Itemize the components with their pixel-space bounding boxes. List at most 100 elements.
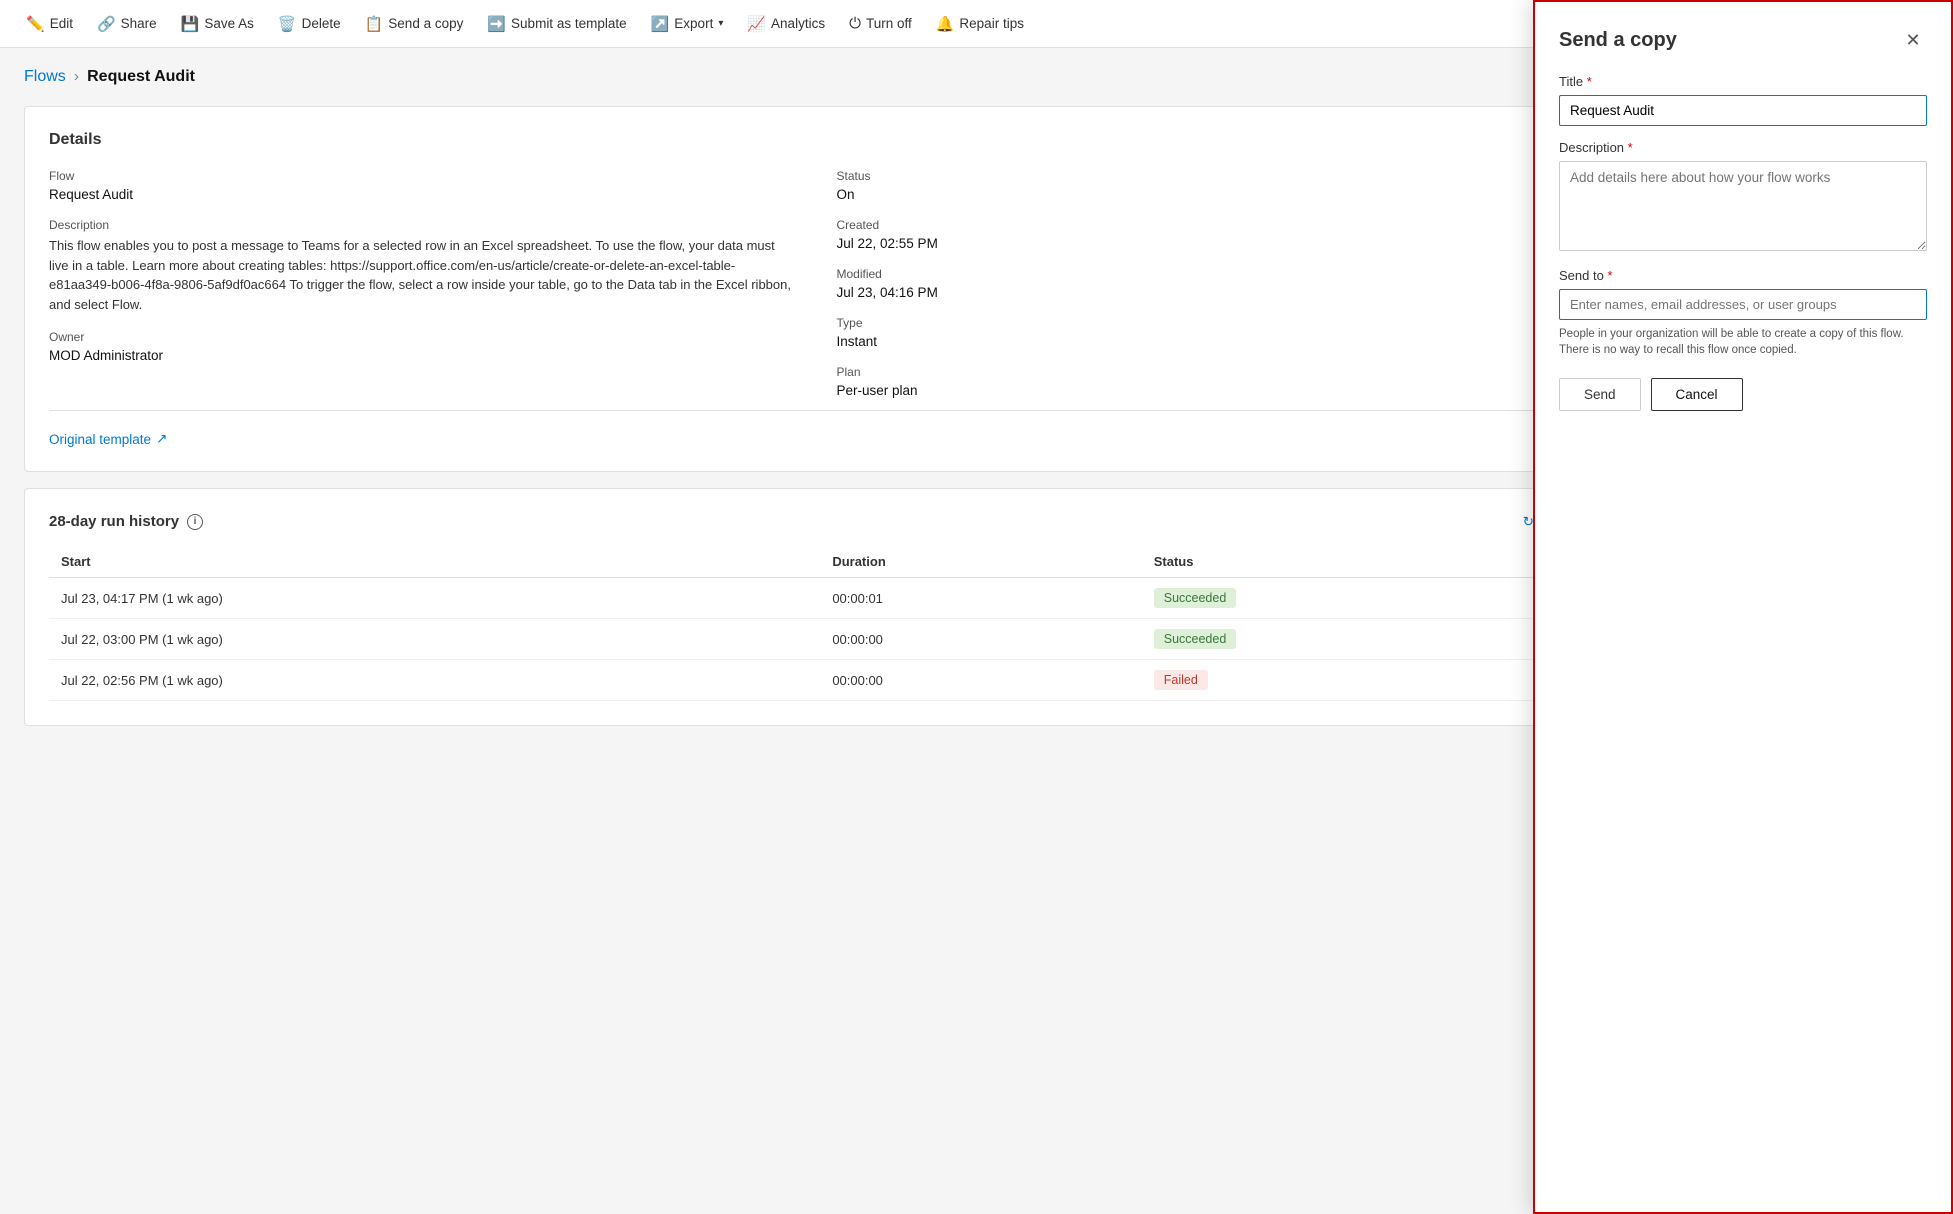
run-duration-1: 00:00:00: [820, 619, 1141, 660]
detail-description: Description This flow enables you to pos…: [49, 218, 797, 314]
turn-off-icon: ⏻: [849, 15, 861, 32]
breadcrumb-parent[interactable]: Flows: [24, 68, 66, 86]
run-history-title-area: 28-day run history i: [49, 513, 203, 530]
run-history-title: 28-day run history: [49, 513, 179, 530]
panel-title: Send a copy: [1559, 29, 1677, 52]
title-input[interactable]: [1559, 95, 1927, 126]
toolbar-share[interactable]: 🔗 Share: [87, 9, 167, 39]
status-value: On: [837, 187, 1585, 202]
run-duration-0: 00:00:01: [820, 578, 1141, 619]
toolbar-repair-tips[interactable]: 🔔 Repair tips: [926, 9, 1034, 39]
detail-plan: Plan Per-user plan: [837, 365, 1585, 398]
table-row: Jul 23, 04:17 PM (1 wk ago) 00:00:01 Suc…: [49, 578, 1584, 619]
toolbar-turn-off[interactable]: ⏻ Turn off: [839, 9, 922, 38]
col-status: Status: [1142, 546, 1584, 578]
export-chevron-icon: ▾: [718, 18, 723, 29]
original-template-link[interactable]: Original template ↗: [49, 431, 1584, 447]
run-start-0: Jul 23, 04:17 PM (1 wk ago): [49, 578, 820, 619]
share-icon: 🔗: [97, 15, 116, 33]
toolbar-edit[interactable]: ✏️ Edit: [16, 9, 83, 39]
detail-flow: Flow Request Audit: [49, 169, 797, 202]
status-label: Status: [837, 169, 1585, 183]
run-start-1: Jul 22, 03:00 PM (1 wk ago): [49, 619, 820, 660]
details-title: Details: [49, 131, 101, 149]
owner-value: MOD Administrator: [49, 348, 797, 363]
toolbar-edit-label: Edit: [50, 16, 73, 31]
send-to-input[interactable]: [1559, 289, 1927, 320]
toolbar-repair-tips-label: Repair tips: [959, 16, 1024, 31]
toolbar-export[interactable]: ↗️ Export ▾: [641, 9, 734, 39]
send-button[interactable]: Send: [1559, 378, 1641, 411]
type-label: Type: [837, 316, 1585, 330]
status-badge: Succeeded: [1154, 588, 1237, 608]
description-textarea[interactable]: [1559, 161, 1927, 251]
col-duration: Duration: [820, 546, 1141, 578]
run-status-0: Succeeded: [1142, 578, 1584, 619]
modified-label: Modified: [837, 267, 1585, 281]
toolbar-submit-template[interactable]: ➡️ Submit as template: [477, 9, 636, 39]
send-copy-panel: Send a copy ✕ Title * Description * Send…: [1533, 0, 1953, 1214]
owner-label: Owner: [49, 330, 797, 344]
card-divider: [49, 410, 1584, 411]
plan-label: Plan: [837, 365, 1585, 379]
created-label: Created: [837, 218, 1585, 232]
detail-owner: Owner MOD Administrator: [49, 330, 797, 363]
details-left: Flow Request Audit Description This flow…: [49, 169, 797, 398]
breadcrumb-separator: ›: [74, 68, 79, 86]
breadcrumb-current: Request Audit: [87, 68, 195, 86]
plan-value: Per-user plan: [837, 383, 1585, 398]
table-row: Jul 22, 02:56 PM (1 wk ago) 00:00:00 Fai…: [49, 660, 1584, 701]
edit-icon: ✏️: [26, 15, 45, 33]
toolbar-analytics[interactable]: 📈 Analytics: [737, 9, 835, 39]
toolbar-share-label: Share: [121, 16, 157, 31]
export-icon: ↗️: [651, 15, 670, 33]
description-label: Description: [49, 218, 797, 232]
toolbar-save-as[interactable]: 💾 Save As: [171, 9, 264, 39]
run-table-body: Jul 23, 04:17 PM (1 wk ago) 00:00:01 Suc…: [49, 578, 1584, 701]
run-status-1: Succeeded: [1142, 619, 1584, 660]
created-value: Jul 22, 02:55 PM: [837, 236, 1585, 251]
table-row: Jul 22, 03:00 PM (1 wk ago) 00:00:00 Suc…: [49, 619, 1584, 660]
detail-type: Type Instant: [837, 316, 1585, 349]
detail-modified: Modified Jul 23, 04:16 PM: [837, 267, 1585, 300]
run-history-table: Start Duration Status Jul 23, 04:17 PM (…: [49, 546, 1584, 701]
save-as-icon: 💾: [181, 15, 200, 33]
status-badge: Succeeded: [1154, 629, 1237, 649]
original-template-label: Original template: [49, 432, 151, 447]
toolbar-save-as-label: Save As: [204, 16, 254, 31]
col-start: Start: [49, 546, 820, 578]
toolbar-send-copy[interactable]: 📋 Send a copy: [355, 9, 474, 39]
send-to-required-star: *: [1607, 268, 1612, 283]
run-history-header: 28-day run history i ↻ All runs: [49, 513, 1584, 530]
details-card: Details Edit Flow Request Audit Descript…: [24, 106, 1609, 472]
toolbar-submit-template-label: Submit as template: [511, 16, 627, 31]
run-duration-2: 00:00:00: [820, 660, 1141, 701]
toolbar-delete-label: Delete: [302, 16, 341, 31]
panel-actions: Send Cancel: [1559, 378, 1927, 411]
cancel-button[interactable]: Cancel: [1651, 378, 1743, 411]
details-card-header: Details Edit: [49, 131, 1584, 149]
description-value: This flow enables you to post a message …: [49, 236, 797, 314]
send-copy-icon: 📋: [365, 15, 384, 33]
delete-icon: 🗑️: [278, 15, 297, 33]
details-right: Status On Created Jul 22, 02:55 PM Modif…: [837, 169, 1585, 398]
details-grid: Flow Request Audit Description This flow…: [49, 169, 1584, 398]
toolbar-turn-off-label: Turn off: [866, 16, 912, 31]
status-badge: Failed: [1154, 670, 1208, 690]
panel-header: Send a copy ✕: [1559, 26, 1927, 54]
panel-close-button[interactable]: ✕: [1899, 26, 1927, 54]
analytics-icon: 📈: [747, 15, 766, 33]
detail-status: Status On: [837, 169, 1585, 202]
run-history-info-icon[interactable]: i: [187, 514, 203, 530]
title-required-star: *: [1587, 74, 1592, 89]
external-link-icon: ↗: [156, 431, 167, 447]
description-label: Description *: [1559, 140, 1927, 155]
description-required-star: *: [1628, 140, 1633, 155]
detail-created: Created Jul 22, 02:55 PM: [837, 218, 1585, 251]
modified-value: Jul 23, 04:16 PM: [837, 285, 1585, 300]
run-history-card: 28-day run history i ↻ All runs Start Du…: [24, 488, 1609, 726]
toolbar-delete[interactable]: 🗑️ Delete: [268, 9, 351, 39]
run-start-2: Jul 22, 02:56 PM (1 wk ago): [49, 660, 820, 701]
toolbar-send-copy-label: Send a copy: [388, 16, 463, 31]
repair-tips-icon: 🔔: [936, 15, 955, 33]
